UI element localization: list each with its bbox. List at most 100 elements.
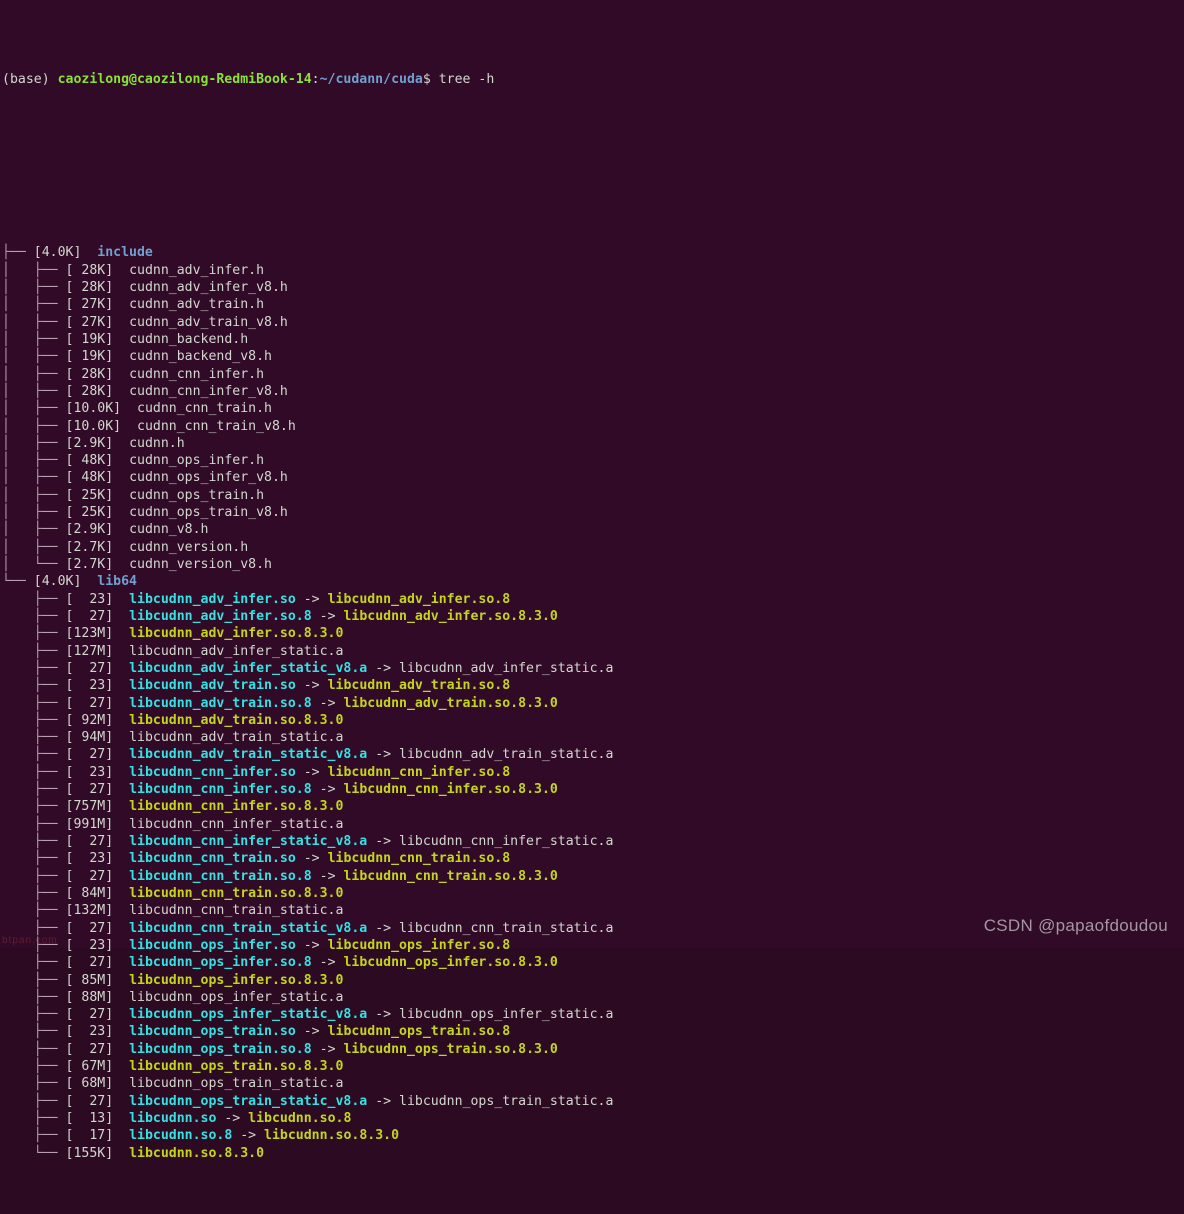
tree-entry-line[interactable]: ├── [ 27] libcudnn_ops_train.so.8 -> lib…	[2, 1041, 1184, 1058]
tree-indent-glyph	[2, 1146, 34, 1161]
tree-entry-line[interactable]: ├── [ 27] libcudnn_ops_infer_static_v8.a…	[2, 1006, 1184, 1023]
symlink-arrow-icon: ->	[367, 747, 400, 763]
tree-entry-line[interactable]: ├── [ 23] libcudnn_ops_infer.so -> libcu…	[2, 937, 1184, 954]
symlink-arrow-icon: ->	[295, 591, 328, 607]
tree-indent-glyph	[2, 609, 34, 624]
tree-entry-line[interactable]: ├── [ 27] libcudnn_adv_infer_static_v8.a…	[2, 660, 1184, 677]
terminal-window: (base) caozilong@caozilong-RedmiBook-14:…	[0, 0, 1184, 1161]
tree-entry-line[interactable]: ├── [ 27] libcudnn_ops_infer.so.8 -> lib…	[2, 954, 1184, 971]
tree-entry-line[interactable]: ├── [ 13] libcudnn.so -> libcudnn.so.8	[2, 1110, 1184, 1127]
tree-branch-glyph: ├──	[33, 955, 66, 971]
tree-entry-line[interactable]: │ ├── [ 25K] cudnn_ops_train_v8.h	[2, 504, 1184, 521]
tree-entry-line[interactable]: │ ├── [ 48K] cudnn_ops_infer_v8.h	[2, 469, 1184, 486]
tree-entry-line[interactable]: │ ├── [ 19K] cudnn_backend.h	[2, 331, 1184, 348]
entry-size: [ 27]	[65, 868, 114, 884]
tree-branch-glyph: ├──	[33, 366, 66, 382]
tree-entry-line[interactable]: │ ├── [ 19K] cudnn_backend_v8.h	[2, 348, 1184, 365]
tree-entry-line[interactable]: ├── [ 92M] libcudnn_adv_train.so.8.3.0	[2, 712, 1184, 729]
tree-branch-glyph: ├──	[33, 470, 66, 486]
symlink-target: libcudnn_ops_infer.so.8.3.0	[343, 955, 558, 971]
tree-entry-line[interactable]: ├── [757M] libcudnn_cnn_infer.so.8.3.0	[2, 798, 1184, 815]
tree-dir-line[interactable]: └── [4.0K] lib64	[2, 573, 1184, 590]
entry-size: [ 25K]	[65, 487, 114, 503]
tree-entry-line[interactable]: │ ├── [2.7K] cudnn_version.h	[2, 539, 1184, 556]
tree-indent-glyph	[2, 817, 34, 832]
tree-entry-line[interactable]: ├── [127M] libcudnn_adv_infer_static.a	[2, 643, 1184, 660]
symlink-target: libcudnn.so.8	[248, 1111, 352, 1126]
tree-entry-line[interactable]: ├── [ 84M] libcudnn_cnn_train.so.8.3.0	[2, 885, 1184, 902]
tree-entry-line[interactable]: │ ├── [2.9K] cudnn.h	[2, 435, 1184, 452]
tree-entry-line[interactable]: │ ├── [ 25K] cudnn_ops_train.h	[2, 487, 1184, 504]
tree-entry-line[interactable]: ├── [ 27] libcudnn_adv_infer.so.8 -> lib…	[2, 608, 1184, 625]
entry-name: libcudnn_adv_train_static.a	[129, 730, 344, 746]
symlink-target: libcudnn_adv_infer.so.8.3.0	[343, 608, 558, 624]
tree-entry-line[interactable]: ├── [ 23] libcudnn_adv_train.so -> libcu…	[2, 677, 1184, 694]
tree-entry-line[interactable]: ├── [ 85M] libcudnn_ops_infer.so.8.3.0	[2, 972, 1184, 989]
symlink-target: libcudnn_ops_train_static.a	[399, 1093, 614, 1109]
tree-dir-line[interactable]: ├── [4.0K] include	[2, 244, 1184, 261]
tree-branch-glyph: ├──	[33, 280, 66, 295]
entry-name: libcudnn_cnn_train_static_v8.a	[129, 920, 368, 936]
tree-entry-line[interactable]: ├── [ 27] libcudnn_cnn_train.so.8 -> lib…	[2, 868, 1184, 885]
tree-entry-line[interactable]: ├── [ 27] libcudnn_ops_train_static_v8.a…	[2, 1093, 1184, 1110]
symlink-target: libcudnn_cnn_infer.so.8	[327, 764, 511, 780]
tree-entry-line[interactable]: ├── [ 27] libcudnn_adv_train.so.8 -> lib…	[2, 695, 1184, 712]
entry-name: libcudnn_cnn_train.so.8	[129, 868, 312, 884]
tree-entry-line[interactable]: ├── [991M] libcudnn_cnn_infer_static.a	[2, 816, 1184, 833]
tree-entry-line[interactable]: ├── [123M] libcudnn_adv_infer.so.8.3.0	[2, 625, 1184, 642]
tree-entry-line[interactable]: │ ├── [ 48K] cudnn_ops_infer.h	[2, 452, 1184, 469]
tree-entry-line[interactable]: │ ├── [10.0K] cudnn_cnn_train.h	[2, 400, 1184, 417]
tree-entry-line[interactable]: ├── [ 27] libcudnn_cnn_infer.so.8 -> lib…	[2, 781, 1184, 798]
tree-entry-line[interactable]: ├── [ 27] libcudnn_cnn_infer_static_v8.a…	[2, 833, 1184, 850]
tree-indent-glyph: │	[2, 366, 34, 382]
tree-branch-glyph: ├──	[33, 1041, 66, 1057]
tree-branch-glyph: ├──	[33, 487, 66, 503]
tree-entry-line[interactable]: ├── [ 23] libcudnn_cnn_infer.so -> libcu…	[2, 764, 1184, 781]
entry-size: [ 48K]	[65, 453, 114, 469]
tree-entry-line[interactable]: ├── [ 23] libcudnn_cnn_train.so -> libcu…	[2, 850, 1184, 867]
tree-branch-glyph: ├──	[33, 903, 66, 919]
tree-entry-line[interactable]: │ ├── [2.9K] cudnn_v8.h	[2, 521, 1184, 538]
symlink-arrow-icon: ->	[232, 1128, 265, 1144]
tree-entry-line[interactable]: │ ├── [ 27K] cudnn_adv_train_v8.h	[2, 314, 1184, 331]
tree-entry-line[interactable]: │ ├── [ 28K] cudnn_cnn_infer_v8.h	[2, 383, 1184, 400]
entry-size: [2.9K]	[65, 522, 114, 538]
entry-name: cudnn_v8.h	[129, 522, 209, 538]
entry-size: [ 27]	[65, 782, 114, 798]
tree-branch-glyph: ├──	[33, 660, 66, 676]
tree-entry-line[interactable]: │ ├── [ 28K] cudnn_adv_infer_v8.h	[2, 279, 1184, 296]
tree-entry-line[interactable]: ├── [ 88M] libcudnn_ops_infer_static.a	[2, 989, 1184, 1006]
entry-size: [ 23]	[65, 764, 114, 780]
tree-entry-line[interactable]: │ ├── [ 28K] cudnn_adv_infer.h	[2, 262, 1184, 279]
tree-entry-line[interactable]: │ ├── [ 28K] cudnn_cnn_infer.h	[2, 366, 1184, 383]
tree-entry-line[interactable]: │ ├── [10.0K] cudnn_cnn_train_v8.h	[2, 418, 1184, 435]
tree-entry-line[interactable]: ├── [ 17] libcudnn.so.8 -> libcudnn.so.8…	[2, 1127, 1184, 1144]
tree-entry-line[interactable]: ├── [ 67M] libcudnn_ops_train.so.8.3.0	[2, 1058, 1184, 1075]
tree-entry-line[interactable]: ├── [ 27] libcudnn_adv_train_static_v8.a…	[2, 746, 1184, 763]
tree-entry-line[interactable]: ├── [ 94M] libcudnn_adv_train_static.a	[2, 729, 1184, 746]
symlink-target: libcudnn_cnn_infer_static.a	[399, 834, 614, 849]
tree-entry-line[interactable]: ├── [ 23] libcudnn_ops_train.so -> libcu…	[2, 1023, 1184, 1040]
dir-name: include	[97, 245, 153, 261]
tree-entry-line[interactable]: │ └── [2.7K] cudnn_version_v8.h	[2, 556, 1184, 573]
terminal-screen[interactable]: (base) caozilong@caozilong-RedmiBook-14:…	[0, 0, 1184, 1214]
entry-size: [ 13]	[65, 1111, 114, 1126]
tree-entry-line[interactable]: ├── [ 23] libcudnn_adv_infer.so -> libcu…	[2, 591, 1184, 608]
tree-entry-line[interactable]: └── [155K] libcudnn.so.8.3.0	[2, 1145, 1184, 1162]
tree-indent-glyph: │	[2, 470, 34, 486]
tree-entry-line[interactable]: ├── [ 68M] libcudnn_ops_train_static.a	[2, 1075, 1184, 1092]
entry-name: libcudnn_ops_train_static.a	[129, 1076, 344, 1092]
tree-indent-glyph	[2, 799, 34, 814]
tree-entry-line[interactable]: │ ├── [ 27K] cudnn_adv_train.h	[2, 296, 1184, 313]
